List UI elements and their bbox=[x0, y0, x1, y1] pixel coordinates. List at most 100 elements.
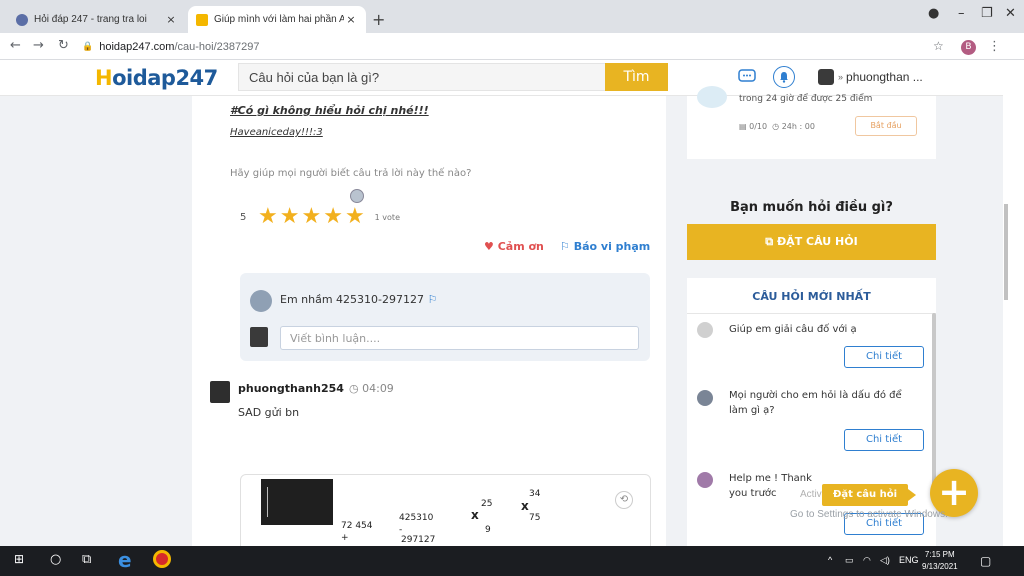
network-icon[interactable]: ▭ bbox=[845, 555, 854, 566]
thanks-button[interactable]: ♥ Cảm ơn bbox=[484, 240, 544, 253]
star-icon[interactable]: ★ bbox=[258, 206, 278, 228]
question-avatar bbox=[697, 472, 713, 488]
math-sign: - bbox=[399, 525, 403, 535]
sidebar-scrollbar[interactable] bbox=[932, 313, 936, 491]
search-input[interactable]: Câu hỏi của bạn là gì? bbox=[238, 63, 606, 91]
taskbar-clock[interactable]: 7:15 PM 9/13/2021 bbox=[922, 549, 958, 573]
question-detail-button[interactable]: Chi tiết bbox=[844, 346, 924, 368]
browser-tab-2[interactable]: Giúp mình với làm hai phần A Vớ × bbox=[188, 6, 366, 33]
hoidap-favicon-icon bbox=[196, 13, 208, 26]
start-challenge-button[interactable]: Bắt đầu bbox=[855, 116, 917, 136]
edge-icon[interactable]: e bbox=[118, 548, 132, 572]
floating-ask-label[interactable]: Đặt câu hỏi bbox=[822, 484, 908, 506]
vote-count: 1 vote bbox=[374, 212, 400, 222]
minimize-icon[interactable]: – bbox=[958, 6, 965, 21]
task-view-icon[interactable]: ⧉ bbox=[82, 552, 91, 567]
flag-icon: ⚐ bbox=[427, 293, 438, 306]
challenge-card: trong 24 giờ để được 25 điểm ▤ 0/10 ◷ 24… bbox=[687, 86, 936, 159]
math-sign: x bbox=[521, 499, 529, 513]
chevron-down-icon: » bbox=[838, 72, 844, 82]
page-scrollbar-thumb[interactable] bbox=[1004, 204, 1008, 300]
question-text[interactable]: Mọi người cho em hỏi là dấu đó để làm gì… bbox=[729, 388, 919, 418]
challenge-meta: ▤ 0/10 ◷ 24h : 00 bbox=[739, 122, 815, 131]
new-questions-heading: CÂU HỎI MỚI NHẤT bbox=[687, 290, 936, 314]
input-language[interactable]: ENG bbox=[899, 555, 919, 565]
voter-avatar bbox=[350, 189, 364, 203]
heart-icon: ♥ bbox=[484, 240, 498, 253]
challenge-text: trong 24 giờ để được 25 điểm bbox=[739, 94, 873, 104]
opera-icon[interactable] bbox=[153, 550, 171, 568]
comment-input[interactable]: Viết bình luận.... bbox=[280, 326, 639, 350]
search-button[interactable]: Tìm bbox=[605, 63, 668, 91]
kebab-menu-icon[interactable]: ⋮ bbox=[988, 39, 1001, 54]
answerer-avatar bbox=[210, 381, 230, 403]
answer-photo[interactable] bbox=[261, 479, 333, 525]
forward-icon[interactable]: → bbox=[33, 38, 44, 53]
site-logo[interactable]: Hoidap247 bbox=[95, 66, 218, 90]
browser-tab-1[interactable]: Hỏi đáp 247 - trang tra loi × bbox=[8, 6, 186, 33]
math-value: 34 bbox=[529, 489, 541, 499]
answer-time: ◷ 04:09 bbox=[349, 382, 394, 395]
chrome-menu-icon[interactable]: ● bbox=[928, 6, 939, 21]
close-tab-icon[interactable]: × bbox=[164, 13, 178, 26]
question-detail-button[interactable]: Chi tiết bbox=[844, 429, 924, 451]
url-path: /cau-hoi/2387297 bbox=[174, 40, 260, 53]
url-field[interactable]: 🔒 hoidap247.com /cau-hoi/2387297 bbox=[82, 36, 942, 57]
bookmark-star-icon[interactable]: ☆ bbox=[933, 39, 944, 53]
math-value: 25 bbox=[481, 499, 493, 509]
comment-section: Em nhầm 425310-297127 ⚐ Viết bình luận..… bbox=[240, 273, 650, 361]
answer-author[interactable]: phuongthanh254 bbox=[238, 382, 344, 395]
math-value: 425310 bbox=[399, 513, 434, 523]
challenge-badge-icon bbox=[697, 86, 727, 108]
math-sign: + bbox=[341, 533, 349, 543]
search-icon[interactable]: ○ bbox=[50, 552, 61, 567]
star-icon[interactable]: ★ bbox=[323, 206, 343, 228]
username: phuongthan ... bbox=[846, 70, 923, 84]
wifi-icon[interactable]: ◠ bbox=[863, 555, 871, 566]
ask-heading: Bạn muốn hỏi điều gì? bbox=[730, 200, 893, 215]
rating-row: 5 ★ ★ ★ ★ ★ 1 vote bbox=[240, 206, 400, 228]
comment-text: Em nhầm 425310-297127 ⚐ bbox=[280, 293, 438, 306]
chat-icon[interactable] bbox=[736, 66, 758, 88]
math-value: 75 bbox=[529, 513, 541, 523]
volume-icon[interactable]: ◁) bbox=[880, 555, 890, 566]
star-icon[interactable]: ★ bbox=[280, 206, 300, 228]
clock-icon: ◷ bbox=[349, 382, 363, 395]
user-avatar bbox=[818, 69, 834, 85]
bell-icon[interactable] bbox=[773, 66, 795, 88]
page-scrollbar[interactable] bbox=[1003, 60, 1024, 546]
star-icon[interactable]: ★ bbox=[301, 206, 321, 228]
close-window-icon[interactable]: ✕ bbox=[1005, 6, 1016, 21]
main-content: #Có gì không hiểu hỏi chị nhé!!! Haveani… bbox=[192, 96, 666, 546]
address-bar-row: ← → ↻ 🔒 hoidap247.com /cau-hoi/2387297 ☆… bbox=[0, 33, 1024, 60]
user-menu[interactable]: » phuongthan ... bbox=[818, 69, 923, 85]
restore-icon[interactable]: ❐ bbox=[981, 6, 993, 21]
browser-tab-bar: Hỏi đáp 247 - trang tra loi × Giúp mình … bbox=[0, 0, 1024, 33]
floating-arrow bbox=[908, 489, 916, 501]
profile-avatar[interactable]: B bbox=[961, 40, 976, 55]
ask-question-button[interactable]: ⧉ ĐẶT CÂU HỎI bbox=[687, 224, 936, 260]
question-avatar bbox=[697, 390, 713, 406]
reload-icon[interactable]: ↻ bbox=[58, 38, 69, 53]
doc-icon: ▤ bbox=[739, 122, 750, 131]
hoidap-favicon-icon bbox=[16, 13, 28, 26]
report-button[interactable]: ⚐ Báo vi phạm bbox=[560, 240, 650, 253]
windows-start-icon[interactable]: ⊞ bbox=[14, 552, 24, 566]
commenter-avatar bbox=[250, 290, 272, 312]
new-tab-button[interactable]: + bbox=[372, 10, 385, 29]
back-icon[interactable]: ← bbox=[10, 38, 21, 53]
question-text[interactable]: Giúp em giải câu đố với ạ bbox=[729, 322, 919, 337]
star-icon[interactable]: ★ bbox=[345, 206, 365, 228]
my-avatar bbox=[250, 327, 268, 347]
rating-prompt: Hãy giúp mọi người biết câu trả lời này … bbox=[230, 168, 472, 179]
flag-icon: ⚐ bbox=[560, 240, 574, 253]
notifications-icon[interactable]: ▢ bbox=[980, 554, 991, 568]
close-tab-icon[interactable]: × bbox=[344, 13, 358, 26]
tray-chevron-icon[interactable]: ^ bbox=[828, 555, 832, 565]
rotate-icon[interactable]: ⟲ bbox=[615, 491, 633, 509]
clock-icon: ◷ bbox=[772, 122, 782, 131]
tab-title: Hỏi đáp 247 - trang tra loi bbox=[34, 14, 147, 25]
math-value: 72 454 bbox=[341, 521, 373, 531]
url-host: hoidap247.com bbox=[99, 40, 175, 53]
site-header: Hoidap247 Câu hỏi của bạn là gì? Tìm » p… bbox=[0, 60, 1024, 96]
